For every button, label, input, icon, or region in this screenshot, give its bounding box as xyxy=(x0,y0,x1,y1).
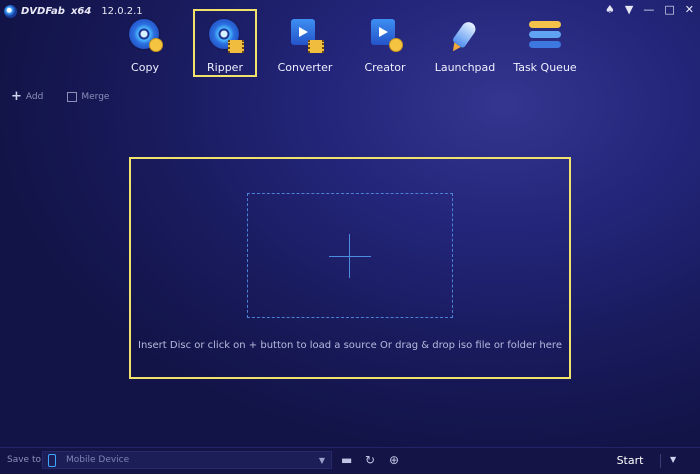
module-converter[interactable]: Converter xyxy=(273,9,337,77)
window-controls: ♠ ▼ — □ ✕ xyxy=(605,2,694,18)
refresh-icon[interactable]: ↻ xyxy=(365,453,375,467)
folder-icon[interactable]: ▬ xyxy=(341,453,352,467)
merge-label: Merge xyxy=(81,92,110,102)
module-ripper[interactable]: Ripper xyxy=(193,9,257,77)
module-task-queue[interactable]: Task Queue xyxy=(513,9,577,77)
save-to-value: Mobile Device xyxy=(66,455,130,465)
globe-icon[interactable]: ⊕ xyxy=(389,453,399,467)
task-queue-stack-icon xyxy=(529,19,561,51)
module-label: Launchpad xyxy=(434,61,496,74)
add-source-plus-icon xyxy=(329,256,371,257)
save-to-label: Save to: xyxy=(7,455,45,465)
brand-name: DVDFab xyxy=(21,5,65,17)
dvdfab-logo-icon xyxy=(4,4,17,18)
merge-icon xyxy=(67,92,78,102)
copy-disc-icon xyxy=(129,19,163,52)
minimize-icon[interactable]: — xyxy=(643,2,654,18)
start-options-chevron-icon[interactable]: ▼ xyxy=(670,455,676,464)
skin-icon[interactable]: ♠ xyxy=(605,2,615,18)
add-icon: + xyxy=(11,89,22,104)
module-label: Copy xyxy=(131,61,159,74)
start-button[interactable]: Start xyxy=(600,452,660,470)
mobile-device-icon xyxy=(48,453,56,467)
launchpad-rocket-icon xyxy=(449,19,481,51)
module-creator[interactable]: Creator xyxy=(353,9,417,77)
module-copy[interactable]: Copy xyxy=(113,9,177,77)
start-divider xyxy=(660,454,661,468)
brand-arch: x64 xyxy=(70,5,92,17)
add-source-plus-icon xyxy=(349,234,350,278)
save-to-select[interactable]: Mobile Device ▼ xyxy=(42,451,332,469)
ripper-disc-film-icon xyxy=(209,19,244,53)
converter-film-icon xyxy=(289,19,324,53)
chevron-down-icon: ▼ xyxy=(318,455,325,465)
source-actions: + Add Merge xyxy=(11,89,109,104)
module-label: Task Queue xyxy=(513,61,577,74)
bottom-bar: Save to: Mobile Device ▼ ▬ ↻ ⊕ Start ▼ xyxy=(0,447,700,474)
module-label: Converter xyxy=(277,61,333,74)
module-launchpad[interactable]: Launchpad xyxy=(433,9,497,77)
drop-hint-text: Insert Disc or click on + button to load… xyxy=(138,340,562,351)
module-label: Ripper xyxy=(207,61,243,74)
maximize-icon[interactable]: □ xyxy=(664,2,674,18)
creator-film-disc-icon xyxy=(369,19,403,52)
menu-dropdown-icon[interactable]: ▼ xyxy=(625,2,633,18)
add-button[interactable]: + Add xyxy=(11,89,44,104)
merge-button[interactable]: Merge xyxy=(67,92,109,102)
dvdfab-window: DVDFab x64 12.0.2.1 ♠ ▼ — □ ✕ Copy Rippe… xyxy=(0,0,700,474)
close-icon[interactable]: ✕ xyxy=(685,2,694,18)
module-toolbar: Copy Ripper Converter Creator Launchpad xyxy=(113,9,593,77)
add-label: Add xyxy=(25,92,44,102)
module-label: Creator xyxy=(364,61,406,74)
